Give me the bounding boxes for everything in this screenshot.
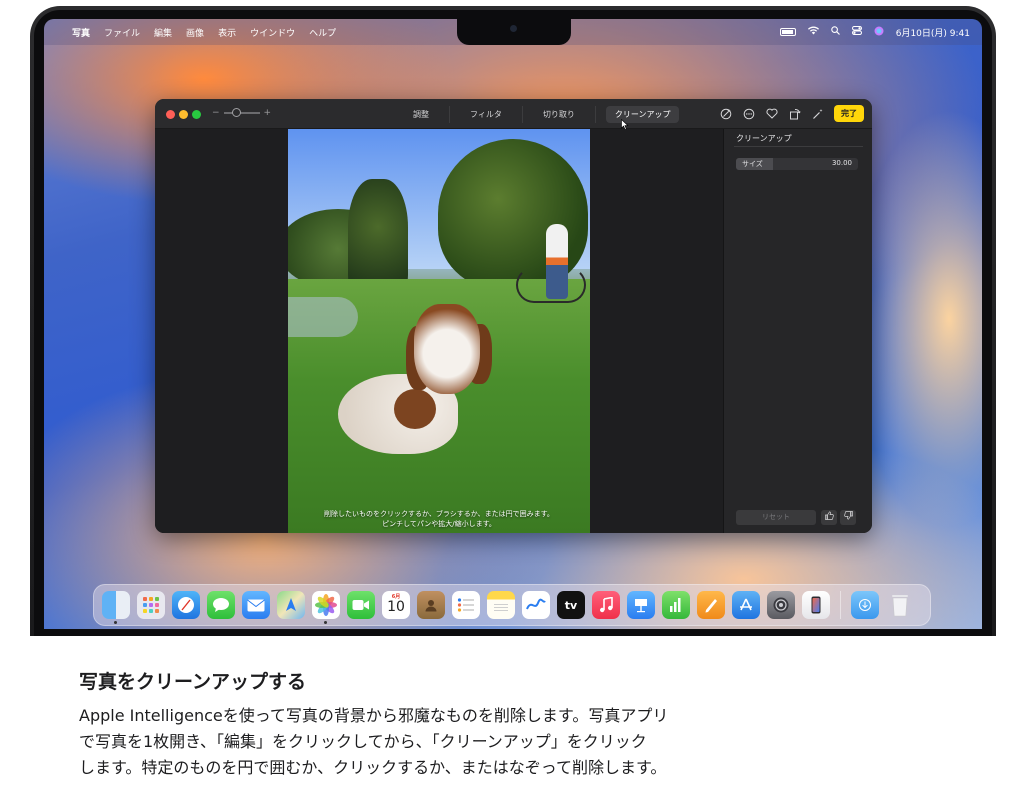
contacts-icon[interactable] — [417, 591, 445, 619]
keynote-icon[interactable] — [627, 591, 655, 619]
tab-filter[interactable]: フィルタ — [450, 106, 523, 123]
caption-line: します。特定のものを円で囲むか、クリックするか、またはなぞって削除します。 — [79, 758, 667, 777]
thumbs-up-icon[interactable] — [821, 510, 837, 525]
wifi-icon[interactable] — [807, 26, 819, 38]
menu-edit[interactable]: 編集 — [154, 26, 172, 39]
control-center-icon[interactable] — [851, 26, 862, 38]
edit-tabs: 調整 フィルタ 切り取り クリーンアップ — [393, 106, 680, 123]
menu-file[interactable]: ファイル — [104, 26, 140, 39]
tab-crop[interactable]: 切り取り — [523, 106, 596, 123]
menu-datetime[interactable]: 6月10日(月) 9:41 — [896, 26, 970, 39]
caption-title: 写真をクリーンアップする — [79, 671, 307, 693]
menu-view[interactable]: 表示 — [218, 26, 236, 39]
zoom-slider[interactable]: − + — [212, 108, 271, 118]
zoom-track[interactable] — [223, 108, 260, 117]
numbers-icon[interactable] — [662, 591, 690, 619]
system-settings-icon[interactable] — [767, 591, 795, 619]
safari-icon[interactable] — [172, 591, 200, 619]
apple-tv-label: tv — [564, 598, 578, 612]
reminders-icon[interactable] — [452, 591, 480, 619]
auto-enhance-icon[interactable] — [719, 107, 732, 120]
dock-separator — [840, 591, 841, 619]
camera-icon — [510, 25, 517, 32]
brush-size-slider[interactable]: サイズ 30.00 — [736, 158, 858, 170]
caption-line: Apple Intelligenceを使って写真の背景から邪魔なものを削除します… — [79, 706, 669, 725]
sidebar-divider — [734, 146, 863, 147]
menu-help[interactable]: ヘルプ — [309, 26, 336, 39]
photo-person — [546, 224, 568, 299]
more-options-icon[interactable] — [742, 107, 755, 120]
caption-line: で写真を1枚開き、「編集」をクリックしてから、「クリーンアップ」をクリック — [79, 732, 647, 751]
trash-icon[interactable] — [886, 591, 914, 619]
photo-basset-hound[interactable]: 削除したいものをクリックするか、ブラシするか、または円で囲みます。 ピンチしてパ… — [288, 129, 590, 533]
photo-canvas[interactable]: 削除したいものをクリックするか、ブラシするか、または円で囲みます。 ピンチしてパ… — [155, 129, 723, 533]
reset-button[interactable]: リセット — [736, 510, 816, 525]
toolbar-actions: 完了 — [719, 105, 864, 122]
dog-head — [414, 304, 480, 394]
tab-cleanup[interactable]: クリーンアップ — [605, 106, 680, 123]
running-indicator — [324, 621, 327, 624]
favorite-heart-icon[interactable] — [765, 107, 778, 120]
finder-icon[interactable] — [102, 591, 130, 624]
camera-notch — [457, 19, 571, 45]
brush-size-label: サイズ — [742, 160, 763, 168]
messages-icon[interactable] — [207, 591, 235, 619]
menu-app-name[interactable]: 写真 — [72, 26, 90, 39]
calendar-icon[interactable]: 6月 10 — [382, 591, 410, 619]
cleanup-hint-line: 削除したいものをクリックするか、ブラシするか、または円で囲みます。 — [324, 510, 554, 518]
battery-icon[interactable] — [779, 28, 796, 36]
facetime-icon[interactable] — [347, 591, 375, 619]
downloads-folder-icon[interactable] — [851, 591, 879, 619]
pages-icon[interactable] — [697, 591, 725, 619]
cleanup-sidebar: クリーンアップ サイズ 30.00 リセット — [723, 129, 872, 533]
photo-dog — [328, 304, 492, 474]
dock: 6月 10 tv — [93, 584, 931, 626]
menu-window[interactable]: ウインドウ — [250, 26, 295, 39]
siri-icon[interactable] — [874, 26, 884, 39]
menu-image[interactable]: 画像 — [186, 26, 204, 39]
magic-wand-icon[interactable] — [811, 107, 824, 120]
done-button[interactable]: 完了 — [834, 105, 864, 122]
dog-patch — [394, 389, 436, 429]
close-window-button[interactable] — [166, 110, 175, 119]
window-toolbar: − + 調整 フィルタ 切り取り クリーンアップ 完了 — [155, 99, 872, 130]
tab-adjust[interactable]: 調整 — [393, 106, 450, 123]
search-icon[interactable] — [830, 26, 840, 38]
rotate-icon[interactable] — [788, 107, 801, 120]
music-icon[interactable] — [592, 591, 620, 619]
sidebar-title: クリーンアップ — [736, 134, 792, 143]
running-indicator — [114, 621, 117, 624]
thumbs-down-icon[interactable] — [840, 510, 856, 525]
caption-body: Apple Intelligenceを使って写真の背景から邪魔なものを削除します… — [79, 703, 779, 781]
app-store-icon[interactable] — [732, 591, 760, 619]
maps-icon[interactable] — [277, 591, 305, 619]
notes-icon[interactable] — [487, 591, 515, 619]
desktop-screen: 写真 ファイル 編集 画像 表示 ウインドウ ヘルプ 6月10日(月) 9:41 — [44, 19, 982, 629]
freeform-icon[interactable] — [522, 591, 550, 619]
cleanup-hint-line: ピンチしてパンや拡大/縮小します。 — [382, 520, 496, 528]
iphone-mirroring-icon[interactable] — [802, 591, 830, 619]
calendar-day: 10 — [387, 599, 405, 615]
brush-size-value: 30.00 — [831, 159, 852, 167]
apple-tv-icon[interactable]: tv — [557, 591, 585, 619]
minimize-window-button[interactable] — [179, 110, 188, 119]
photos-window: − + 調整 フィルタ 切り取り クリーンアップ 完了 削除したいものをクリック… — [155, 99, 872, 533]
mail-icon[interactable] — [242, 591, 270, 619]
cleanup-hint: 削除したいものをクリックするか、ブラシするか、または円で囲みます。 ピンチしてパ… — [288, 509, 590, 529]
zoom-in-label: + — [263, 108, 272, 118]
photos-icon[interactable] — [312, 591, 340, 624]
zoom-knob[interactable] — [231, 108, 241, 117]
launchpad-icon[interactable] — [137, 591, 165, 619]
fullscreen-window-button[interactable] — [192, 110, 201, 119]
zoom-out-label: − — [212, 108, 220, 118]
